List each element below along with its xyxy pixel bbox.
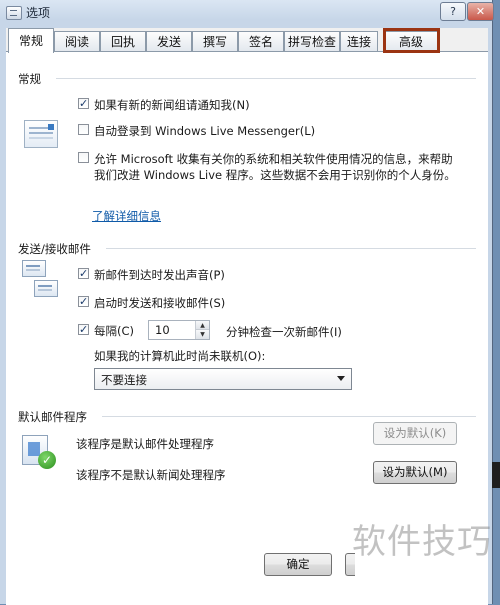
learn-more-link[interactable]: 了解详细信息 <box>92 208 161 224</box>
tab-receipts[interactable]: 回执 <box>100 31 146 51</box>
group-divider <box>106 248 476 249</box>
interval-value[interactable]: 10 <box>155 323 170 337</box>
checkbox[interactable] <box>78 152 89 163</box>
checkbox[interactable] <box>78 294 89 310</box>
interval-suffix: 分钟检查一次新邮件(I) <box>226 325 342 339</box>
newsgroup-icon <box>24 120 58 148</box>
watermark: 软件技巧 <box>352 522 492 562</box>
checkbox[interactable] <box>78 124 89 135</box>
window-icon <box>6 6 22 20</box>
tab-strip: 常规 阅读 回执 发送 撰写 签名 拼写检查 连接 高级 <box>6 28 488 53</box>
tab-send[interactable]: 发送 <box>146 31 192 51</box>
interval-spinner[interactable]: 10 ▲ ▼ <box>148 320 210 340</box>
option-auto-signin-messenger[interactable]: 自动登录到 Windows Live Messenger(L) <box>78 123 458 139</box>
background-scrollbar <box>492 462 500 488</box>
offline-label: 如果我的计算机此时尚未联机(O): <box>94 349 266 363</box>
tab-general[interactable]: 常规 <box>8 28 54 53</box>
set-default-news-button[interactable]: 设为默认(M) <box>373 461 457 484</box>
close-button[interactable]: ✕ <box>467 2 494 21</box>
tab-spelling[interactable]: 拼写检查 <box>284 31 340 51</box>
checkbox[interactable] <box>78 266 89 282</box>
default-program-icon: ✓ <box>22 435 56 469</box>
option-customer-experience[interactable]: 允许 Microsoft 收集有关你的系统和相关软件使用情况的信息，来帮助我们改… <box>78 151 456 183</box>
spin-down-icon[interactable]: ▼ <box>196 330 209 339</box>
option-check-every[interactable]: 每隔(C) <box>78 322 158 339</box>
default-mail-status: 该程序是默认邮件处理程序 <box>76 437 214 451</box>
tab-read[interactable]: 阅读 <box>54 31 100 51</box>
default-program-group-title: 默认邮件程序 <box>18 410 87 424</box>
checkbox[interactable] <box>78 96 89 112</box>
general-group-title: 常规 <box>18 72 41 86</box>
checkbox[interactable] <box>78 322 89 338</box>
group-divider <box>56 78 476 79</box>
tab-advanced[interactable]: 高级 <box>384 31 438 51</box>
help-button[interactable]: ? <box>440 2 466 21</box>
title-bar[interactable]: 选项 ? ✕ <box>0 0 494 26</box>
set-default-mail-button[interactable]: 设为默认(K) <box>373 422 457 445</box>
ok-button[interactable]: 确定 <box>264 553 332 576</box>
spinner-buttons: ▲ ▼ <box>195 321 209 339</box>
send-receive-group-title: 发送/接收邮件 <box>18 242 91 256</box>
option-send-receive-startup[interactable]: 启动时发送和接收邮件(S) <box>78 294 378 311</box>
group-divider <box>102 416 476 417</box>
option-notify-newsgroups[interactable]: 如果有新的新闻组请通知我(N) <box>78 96 458 113</box>
offline-select[interactable]: 不要连接 <box>94 368 352 390</box>
spin-up-icon[interactable]: ▲ <box>196 321 209 330</box>
window-title: 选项 <box>26 6 51 20</box>
check-icon: ✓ <box>38 451 56 469</box>
tab-connection[interactable]: 连接 <box>340 31 378 51</box>
option-play-sound[interactable]: 新邮件到达时发出声音(P) <box>78 266 378 283</box>
chevron-down-icon <box>337 376 345 381</box>
default-news-status: 该程序不是默认新闻处理程序 <box>76 468 226 482</box>
tab-compose[interactable]: 撰写 <box>192 31 238 51</box>
tab-signatures[interactable]: 签名 <box>238 31 284 51</box>
mail-envelopes-icon <box>22 260 60 300</box>
